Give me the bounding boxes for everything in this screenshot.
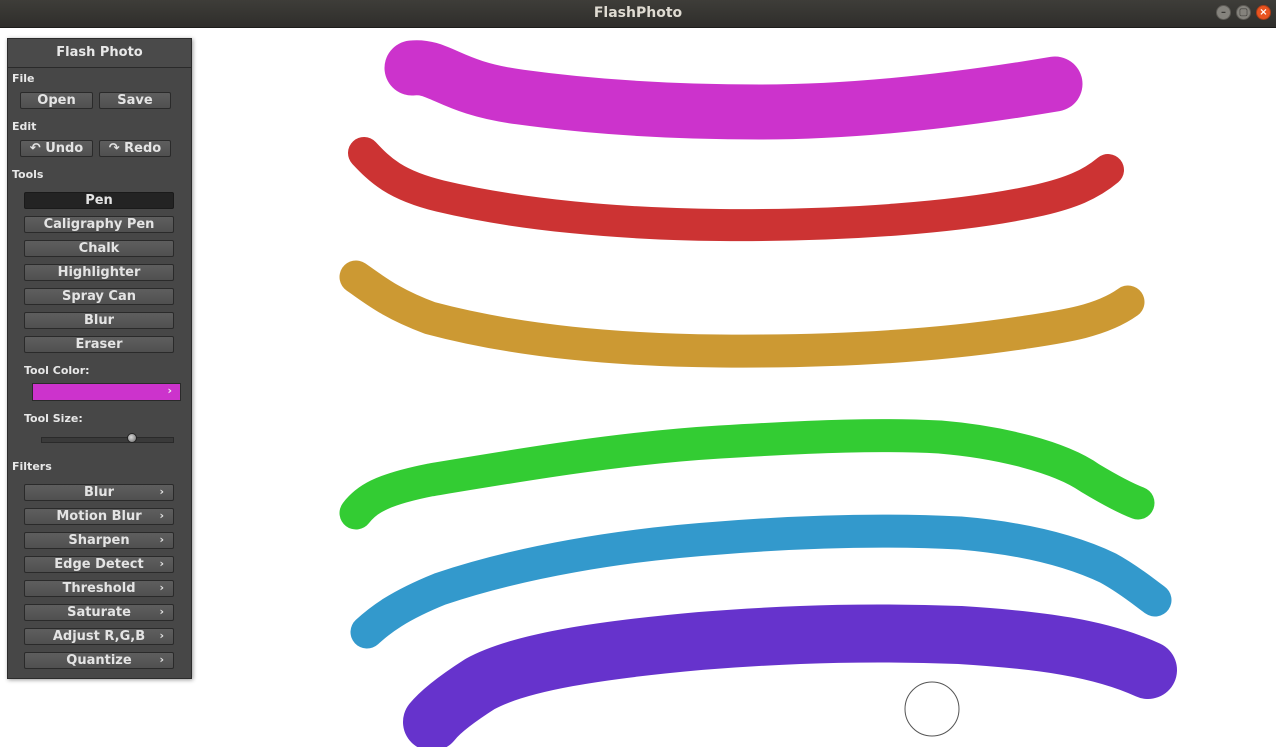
chevron-right-icon: ›: [159, 509, 164, 522]
tool-pen[interactable]: Pen: [24, 192, 174, 209]
chevron-right-icon: ›: [167, 384, 172, 397]
filter-label: Quantize: [66, 653, 132, 668]
undo-icon: ↶: [29, 141, 41, 156]
file-section-label: File: [12, 72, 35, 85]
redo-label: Redo: [124, 141, 162, 156]
chevron-right-icon: ›: [159, 533, 164, 546]
stroke-orange: [339, 260, 1145, 368]
stroke-purple: [403, 604, 1177, 747]
maximize-button[interactable]: ▢: [1236, 5, 1251, 20]
undo-label: Undo: [45, 141, 84, 156]
filter-adjust-rgb-button[interactable]: Adjust R,G,B ›: [24, 628, 174, 645]
tool-highlighter[interactable]: Highlighter: [24, 264, 174, 281]
stroke-red: [348, 137, 1124, 242]
tool-size-label: Tool Size:: [24, 412, 83, 425]
redo-button[interactable]: ↷ Redo: [99, 140, 171, 157]
chevron-right-icon: ›: [159, 581, 164, 594]
filter-sharpen-button[interactable]: Sharpen ›: [24, 532, 174, 549]
chevron-right-icon: ›: [159, 605, 164, 618]
tool-eraser[interactable]: Eraser: [24, 336, 174, 353]
filter-blur-button[interactable]: Blur ›: [24, 484, 174, 501]
chevron-right-icon: ›: [159, 557, 164, 570]
filter-threshold-button[interactable]: Threshold ›: [24, 580, 174, 597]
window-title-bar: FlashPhoto – ▢ ×: [0, 0, 1276, 28]
filter-motion-blur-button[interactable]: Motion Blur ›: [24, 508, 174, 525]
chevron-right-icon: ›: [159, 629, 164, 642]
filter-saturate-button[interactable]: Saturate ›: [24, 604, 174, 621]
tools-section-label: Tools: [12, 168, 44, 181]
minimize-button[interactable]: –: [1216, 5, 1231, 20]
filter-label: Adjust R,G,B: [52, 629, 146, 644]
tool-color-label: Tool Color:: [24, 364, 90, 377]
tool-caligraphy-pen[interactable]: Caligraphy Pen: [24, 216, 174, 233]
undo-button[interactable]: ↶ Undo: [20, 140, 93, 157]
brush-cursor: [904, 681, 960, 737]
edit-section-label: Edit: [12, 120, 37, 133]
open-button[interactable]: Open: [20, 92, 93, 109]
filter-quantize-button[interactable]: Quantize ›: [24, 652, 174, 669]
tool-blur[interactable]: Blur: [24, 312, 174, 329]
tool-size-slider[interactable]: [41, 437, 174, 443]
filter-label: Edge Detect: [54, 557, 144, 572]
filter-edge-detect-button[interactable]: Edge Detect ›: [24, 556, 174, 573]
filters-section-label: Filters: [12, 460, 52, 473]
filter-label: Threshold: [62, 581, 136, 596]
filter-label: Motion Blur: [56, 509, 142, 524]
chevron-right-icon: ›: [159, 653, 164, 666]
panel-title: Flash Photo: [8, 39, 191, 68]
save-button[interactable]: Save: [99, 92, 171, 109]
tool-color-picker[interactable]: ›: [32, 383, 181, 401]
filter-label: Sharpen: [68, 533, 130, 548]
stroke-green: [339, 419, 1155, 530]
stroke-magenta: [384, 40, 1083, 140]
filter-label: Blur: [83, 485, 115, 500]
tool-size-slider-thumb[interactable]: [127, 433, 137, 443]
chevron-right-icon: ›: [159, 485, 164, 498]
window-title: FlashPhoto: [593, 5, 683, 21]
tool-panel: Flash Photo File Open Save Edit ↶ Undo ↷…: [7, 38, 192, 679]
tool-spray-can[interactable]: Spray Can: [24, 288, 174, 305]
filter-label: Saturate: [67, 605, 131, 620]
close-button[interactable]: ×: [1256, 5, 1271, 20]
tool-chalk[interactable]: Chalk: [24, 240, 174, 257]
redo-icon: ↷: [108, 141, 120, 156]
